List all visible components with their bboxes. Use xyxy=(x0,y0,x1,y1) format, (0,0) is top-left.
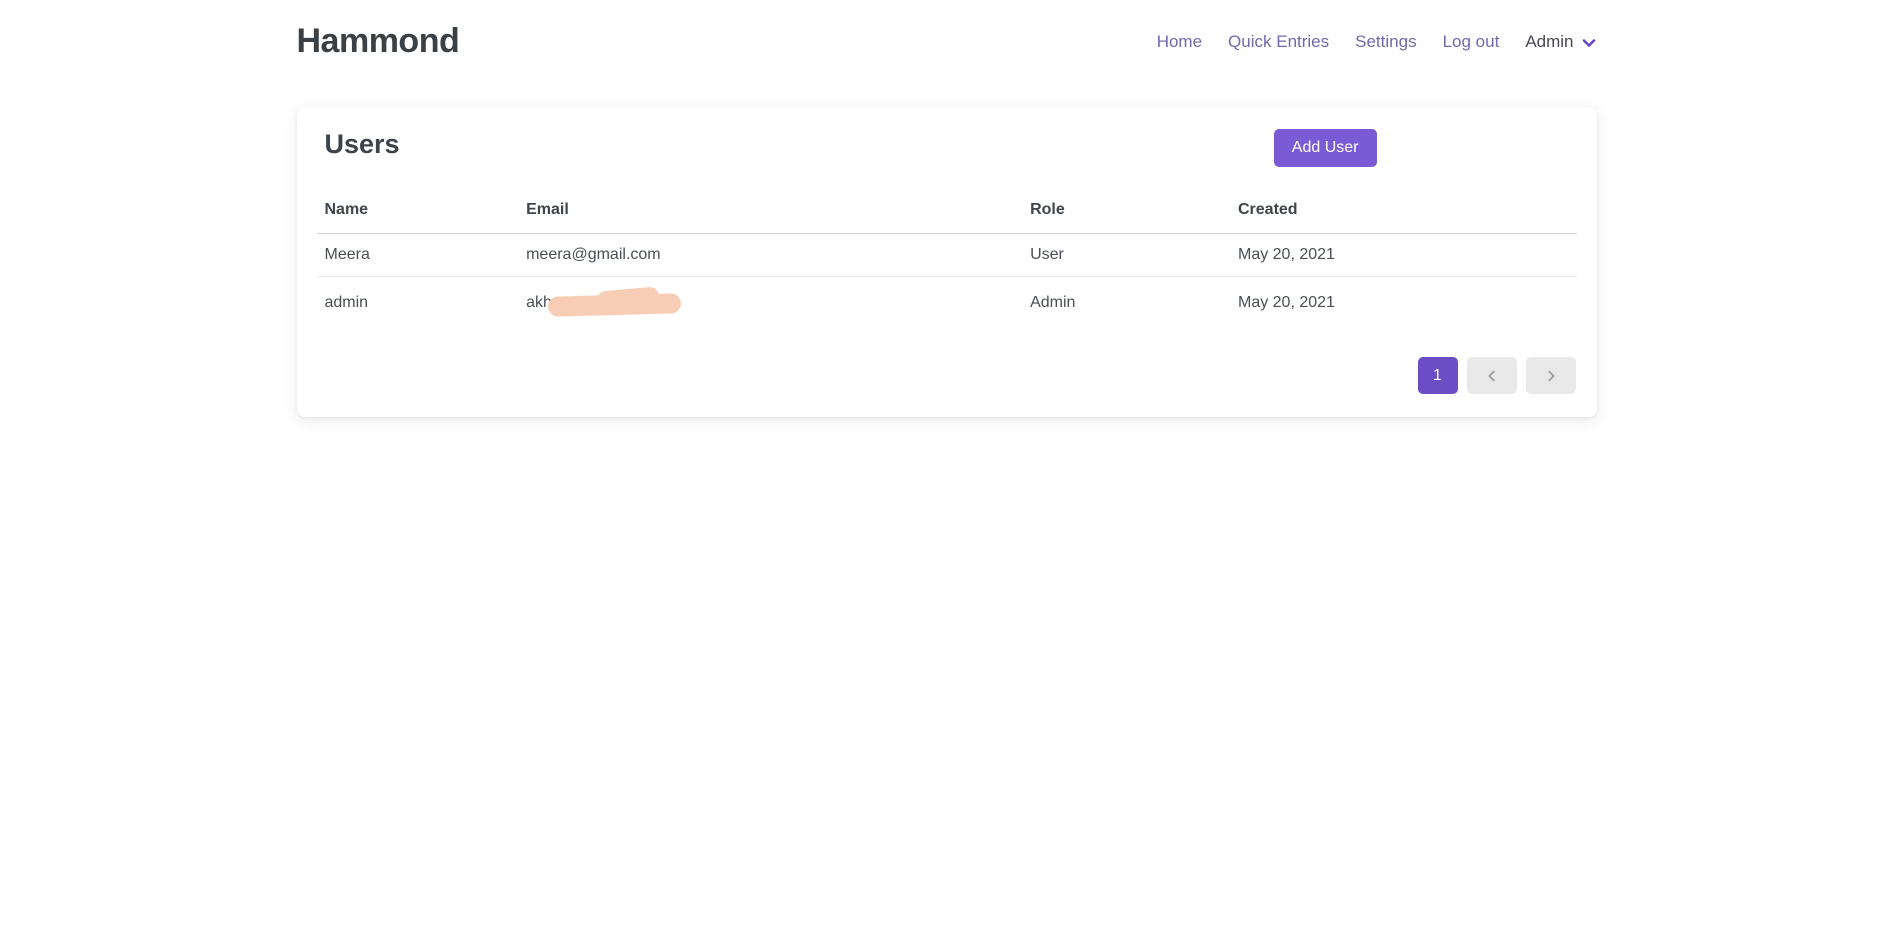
prev-page-button[interactable] xyxy=(1467,357,1517,394)
pagination: 1 xyxy=(317,357,1577,394)
table-row: admin akh Admin May 20, 2021 xyxy=(317,277,1577,330)
nav-item-quick-entries[interactable]: Quick Entries xyxy=(1228,32,1329,52)
next-page-button[interactable] xyxy=(1526,357,1576,394)
column-header-name: Name xyxy=(317,195,519,234)
chevron-down-icon xyxy=(1581,35,1597,51)
chevron-left-icon xyxy=(1485,369,1499,383)
user-menu-label: Admin xyxy=(1525,32,1573,52)
nav-item-settings[interactable]: Settings xyxy=(1355,32,1416,52)
nav-item-home[interactable]: Home xyxy=(1157,32,1202,52)
page-title: Users xyxy=(325,129,400,160)
cell-created: May 20, 2021 xyxy=(1230,234,1577,277)
cell-role: User xyxy=(1022,234,1230,277)
top-navbar: Hammond Home Quick Entries Settings Log … xyxy=(0,0,1893,79)
card-header: Users Add User xyxy=(317,125,1577,169)
nav-item-logout[interactable]: Log out xyxy=(1443,32,1500,52)
main-nav: Home Quick Entries Settings Log out Admi… xyxy=(1157,32,1597,52)
table-header-row: Name Email Role Created xyxy=(317,195,1577,234)
users-table: Name Email Role Created Meera meera@gmai… xyxy=(317,195,1577,329)
column-header-created: Created xyxy=(1230,195,1577,234)
cell-name: admin xyxy=(317,277,519,330)
cell-name: Meera xyxy=(317,234,519,277)
redaction-scribble xyxy=(548,289,681,317)
cell-created: May 20, 2021 xyxy=(1230,277,1577,330)
cell-email: meera@gmail.com xyxy=(518,234,1022,277)
page-1-button[interactable]: 1 xyxy=(1418,357,1458,394)
brand-logo[interactable]: Hammond xyxy=(297,22,460,61)
column-header-email: Email xyxy=(518,195,1022,234)
cell-role: Admin xyxy=(1022,277,1230,330)
chevron-right-icon xyxy=(1544,369,1558,383)
column-header-role: Role xyxy=(1022,195,1230,234)
user-menu[interactable]: Admin xyxy=(1525,32,1596,52)
add-user-button[interactable]: Add User xyxy=(1274,129,1377,167)
table-row: Meera meera@gmail.com User May 20, 2021 xyxy=(317,234,1577,277)
main-content: Users Add User Name Email Role Created M… xyxy=(0,79,1893,417)
users-card: Users Add User Name Email Role Created M… xyxy=(297,107,1597,417)
cell-email: akh xyxy=(518,277,1022,330)
